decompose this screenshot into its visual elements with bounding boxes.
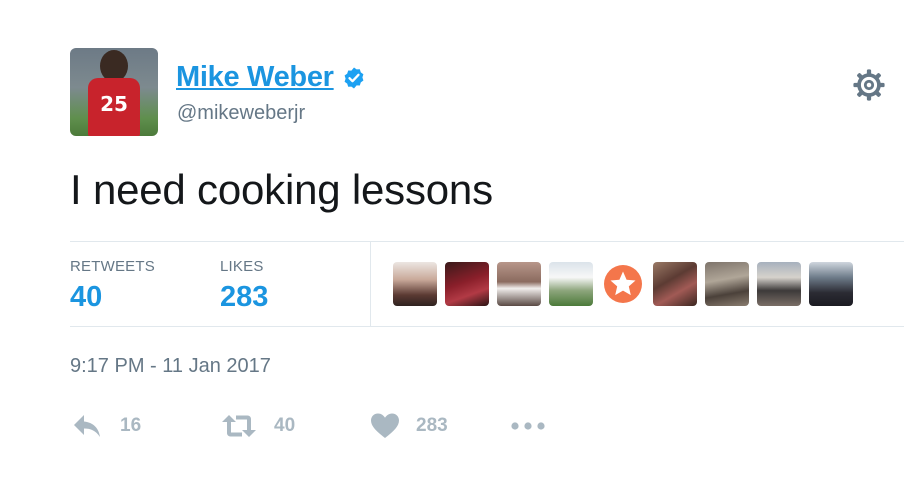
user-name-row: Mike Weber [176, 61, 366, 94]
reply-button[interactable]: 16 [72, 412, 141, 440]
liker-avatar[interactable] [809, 262, 853, 306]
like-button[interactable]: 283 [370, 412, 448, 440]
more-dots-icon [511, 422, 545, 430]
retweets-count: 40 [70, 281, 103, 313]
liker-avatar[interactable] [445, 262, 489, 306]
likers-avatar-list [393, 262, 853, 306]
tweet-timestamp[interactable]: 9:17 PM - 11 Jan 2017 [70, 355, 271, 378]
reply-count: 16 [120, 415, 142, 436]
more-button[interactable] [510, 418, 546, 434]
liker-avatar[interactable] [393, 262, 437, 306]
likes-label: LIKES [220, 258, 264, 275]
avatar[interactable]: 25 [70, 48, 158, 136]
tweet-text: I need cooking lessons [70, 166, 493, 213]
avatar-jersey-number: 25 [100, 92, 128, 116]
heart-icon [371, 413, 399, 438]
likes-stat[interactable]: LIKES 283 [220, 258, 268, 314]
retweet-icon [222, 415, 256, 437]
user-name-link[interactable]: Mike Weber [176, 61, 334, 94]
stats-bottom-divider [70, 326, 904, 327]
gear-icon[interactable] [852, 68, 886, 102]
verified-badge-icon [344, 67, 364, 88]
like-count: 283 [416, 415, 448, 436]
retweets-label: RETWEETS [70, 258, 155, 275]
reply-icon [74, 415, 100, 437]
liker-avatar[interactable] [653, 262, 697, 306]
liker-avatar[interactable] [549, 262, 593, 306]
stats-vertical-divider [370, 242, 371, 326]
user-handle[interactable]: @mikeweberjr [177, 102, 305, 125]
likes-count: 283 [220, 281, 269, 313]
liker-avatar[interactable] [757, 262, 801, 306]
stats-top-divider [70, 241, 904, 242]
retweet-count: 40 [274, 415, 296, 436]
liker-avatar[interactable] [497, 262, 541, 306]
retweets-stat[interactable]: RETWEETS 40 [70, 258, 155, 314]
liker-avatar[interactable] [705, 262, 749, 306]
retweet-button[interactable]: 40 [220, 412, 295, 440]
star-icon [604, 265, 642, 303]
liker-avatar[interactable] [601, 262, 645, 306]
